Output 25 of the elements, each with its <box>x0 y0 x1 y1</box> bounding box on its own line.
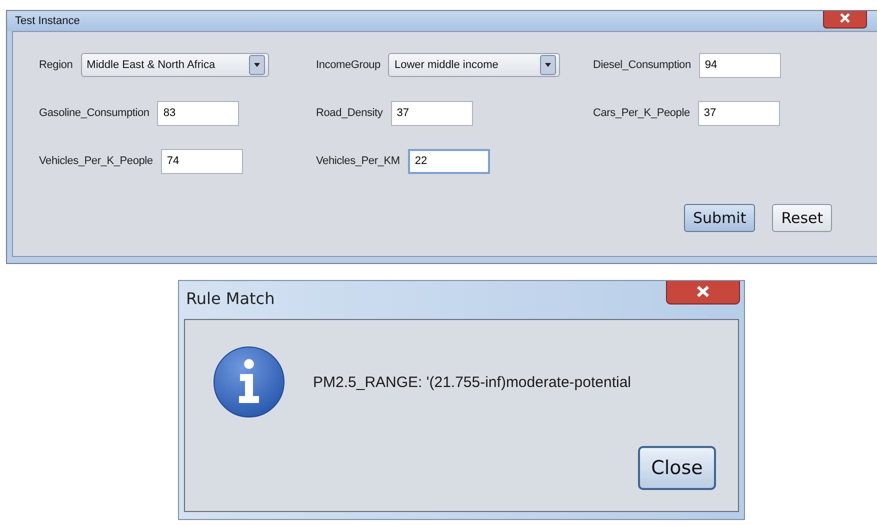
input-field[interactable]: 22 <box>408 148 490 174</box>
close-button[interactable] <box>823 11 867 29</box>
close-dialog-button[interactable]: Close <box>638 446 716 490</box>
field-label: Region <box>39 59 73 71</box>
input-field[interactable]: 94 <box>698 52 781 78</box>
dialog-title: Rule Match <box>186 289 275 308</box>
field-label: Diesel_Consumption <box>593 59 691 71</box>
dropdown[interactable]: Lower middle income <box>388 53 560 77</box>
field-label: IncomeGroup <box>316 59 380 71</box>
reset-button[interactable]: Reset <box>772 204 832 232</box>
field-label: Vehicles_Per_K_People <box>39 155 153 167</box>
dialog-message: PM2.5_RANGE: '(21.755-inf)moderate-potential <box>313 374 632 390</box>
window-title: Test Instance <box>15 15 80 27</box>
info-icon <box>213 346 285 418</box>
field-label: Road_Density <box>316 107 383 119</box>
field-label: Gasoline_Consumption <box>39 107 150 119</box>
input-field[interactable]: 74 <box>160 148 243 174</box>
field-label: Vehicles_Per_KM <box>316 155 400 167</box>
field-label: Cars_Per_K_People <box>593 107 690 119</box>
submit-button[interactable]: Submit <box>684 204 756 232</box>
input-field[interactable]: 83 <box>157 100 240 126</box>
close-button[interactable] <box>666 281 740 305</box>
input-field[interactable]: 37 <box>698 100 780 126</box>
dropdown[interactable]: Middle East & North Africa <box>80 53 269 77</box>
input-field[interactable]: 37 <box>390 100 473 126</box>
